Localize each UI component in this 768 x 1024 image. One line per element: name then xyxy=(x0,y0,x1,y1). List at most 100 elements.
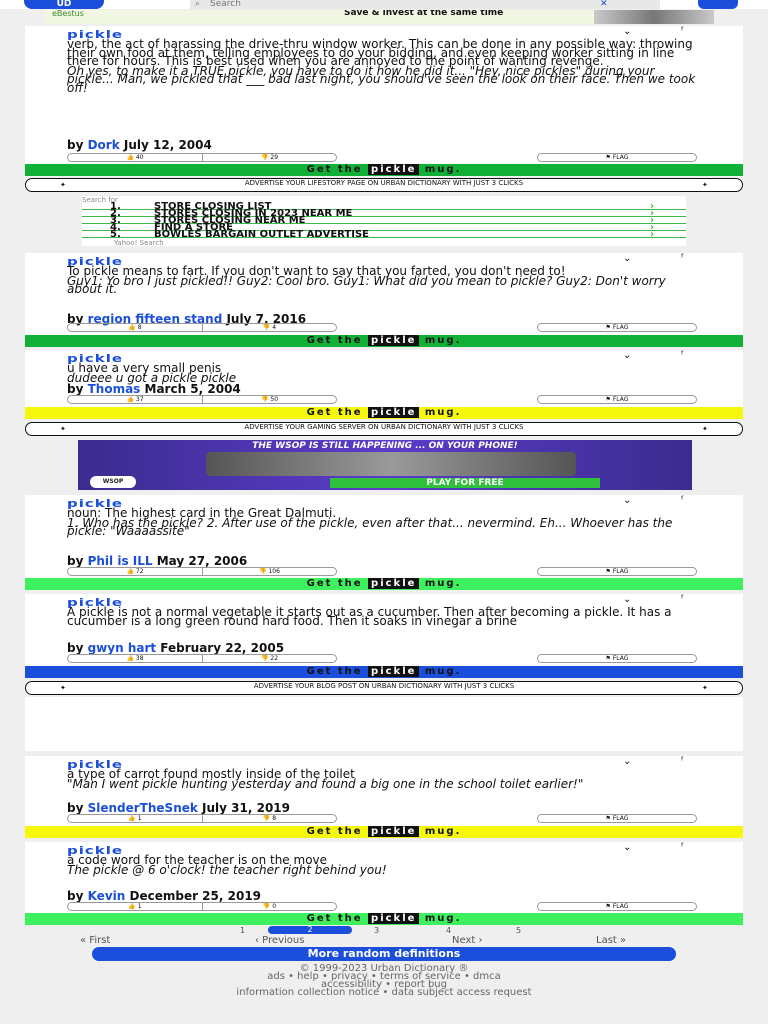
chevron-right-icon: › xyxy=(650,229,655,240)
mug-word: pickle xyxy=(368,407,420,418)
search-suggestion[interactable]: 5. BOWLES BARGAIN OUTLET ADVERTISE › xyxy=(82,229,686,240)
get-mug-bar[interactable]: Get the pickle mug. xyxy=(25,164,743,176)
get-mug-bar[interactable]: Get the pickle mug. xyxy=(25,913,743,925)
top-advertisement[interactable]: eBestus Save & invest at the same time xyxy=(44,10,714,24)
author-link[interactable]: Dork xyxy=(88,138,120,152)
current-page[interactable]: 2 xyxy=(268,926,352,934)
vote-buttons: 👍 8 👎 4 xyxy=(67,323,337,332)
footer-links[interactable]: information collection notice • data sub… xyxy=(0,988,768,998)
author-link[interactable]: gwyn hart xyxy=(88,641,157,655)
share-icon[interactable]: ⌄ xyxy=(623,26,637,37)
meaning-text: A pickle is not a normal vegetable it st… xyxy=(67,605,672,628)
twitter-icon[interactable]: ᶠ xyxy=(681,594,695,605)
example-text: dudeee u got a pickle pickle xyxy=(67,370,237,385)
thumbs-up-button[interactable]: 👍 37 xyxy=(68,396,202,403)
page-link[interactable]: 3 xyxy=(374,926,379,935)
vote-buttons: 👍 37 👎 50 xyxy=(67,395,337,404)
twitter-icon[interactable]: ᶠ xyxy=(681,26,695,37)
play-for-free-button[interactable]: PLAY FOR FREE xyxy=(330,478,600,488)
thumbs-down-button[interactable]: 👎 8 xyxy=(202,815,336,822)
thumbs-down-button[interactable]: 👎 22 xyxy=(202,655,336,662)
up-count: 1 xyxy=(137,815,142,822)
flag-button[interactable]: ⚑ FLAG xyxy=(537,654,697,663)
pagination-nav: « First ‹ Previous Next › Last » xyxy=(0,935,768,946)
site-logo[interactable]: UD xyxy=(24,0,104,9)
share-icon[interactable]: ⌄ xyxy=(623,756,637,767)
up-count: 38 xyxy=(135,655,144,662)
get-mug-bar[interactable]: Get the pickle mug. xyxy=(25,578,743,590)
mug-word: pickle xyxy=(368,335,420,346)
get-mug-bar[interactable]: Get the pickle mug. xyxy=(25,335,743,347)
thumbs-up-button[interactable]: 👍 1 xyxy=(68,903,202,910)
page-link[interactable]: 4 xyxy=(446,926,451,935)
twitter-icon[interactable]: ᶠ xyxy=(681,842,695,853)
thumbs-down-button[interactable]: 👎 29 xyxy=(202,154,336,161)
flag-button[interactable]: ⚑ FLAG xyxy=(537,567,697,576)
share-icon[interactable]: ⌄ xyxy=(623,350,637,361)
share-icon[interactable]: ⌄ xyxy=(623,842,637,853)
example-text: Oh yes, to make it a TRUE pickle, you ha… xyxy=(67,63,696,95)
flag-button[interactable]: ⚑ FLAG xyxy=(537,153,697,162)
previous-page-link[interactable]: ‹ Previous xyxy=(255,935,304,946)
last-page-link[interactable]: Last » xyxy=(596,935,626,946)
author-link[interactable]: Phil is ILL xyxy=(88,554,153,568)
up-count: 8 xyxy=(137,324,142,331)
author-link[interactable]: Thomas xyxy=(88,382,141,396)
thumbs-down-button[interactable]: 👎 50 xyxy=(202,396,336,403)
search-input[interactable]: ⌕ Search xyxy=(190,0,660,9)
down-count: 106 xyxy=(268,568,280,575)
thumbs-down-button[interactable]: 👎 0 xyxy=(202,903,336,910)
definition-card: pickle ⌄ ᶠ A pickle is not a normal vege… xyxy=(25,594,743,678)
author-link[interactable]: Kevin xyxy=(88,889,126,903)
next-page-link[interactable]: Next › xyxy=(452,935,482,946)
thumbs-up-button[interactable]: 👍 1 xyxy=(68,815,202,822)
share-icon[interactable]: ⌄ xyxy=(623,253,637,264)
share-icon[interactable]: ⌄ xyxy=(623,594,637,605)
first-page-link[interactable]: « First xyxy=(80,935,110,946)
advertise-banner[interactable]: ✦ ADVERTISE YOUR GAMING SERVER ON URBAN … xyxy=(25,422,743,436)
mug-word: pickle xyxy=(368,666,420,677)
advertise-banner[interactable]: ✦ ADVERTISE YOUR BLOG POST ON URBAN DICT… xyxy=(25,681,743,695)
post-date: May 27, 2006 xyxy=(156,554,248,568)
author-link[interactable]: SlenderTheSnek xyxy=(88,801,198,815)
more-random-button[interactable]: More random definitions xyxy=(92,947,676,961)
flag-label: FLAG xyxy=(612,154,629,161)
up-count: 72 xyxy=(135,568,144,575)
thumbs-up-button[interactable]: 👍 72 xyxy=(68,568,202,575)
get-mug-bar[interactable]: Get the pickle mug. xyxy=(25,826,743,838)
flag-button[interactable]: ⚑ FLAG xyxy=(537,902,697,911)
get-mug-bar[interactable]: Get the pickle mug. xyxy=(25,407,743,419)
search-icon: ⌕ xyxy=(195,0,201,9)
vote-buttons: 👍 72 👎 106 xyxy=(67,567,337,576)
flag-button[interactable]: ⚑ FLAG xyxy=(537,395,697,404)
mug-post: mug. xyxy=(424,407,462,418)
page-link[interactable]: 5 xyxy=(516,926,521,935)
flag-button[interactable]: ⚑ FLAG xyxy=(537,814,697,823)
flag-button[interactable]: ⚑ FLAG xyxy=(537,323,697,332)
share-icon[interactable]: ⌄ xyxy=(623,495,637,506)
mug-word: pickle xyxy=(368,164,420,175)
down-count: 4 xyxy=(272,324,277,331)
menu-button[interactable] xyxy=(698,0,738,9)
clear-search-icon[interactable]: ✕ xyxy=(600,0,608,9)
thumbs-down-button[interactable]: 👎 4 xyxy=(202,324,336,331)
ad-headline: Save & invest at the same time xyxy=(344,10,504,18)
get-mug-bar[interactable]: Get the pickle mug. xyxy=(25,666,743,678)
thumbs-up-button[interactable]: 👍 8 xyxy=(68,324,202,331)
thumbs-down-button[interactable]: 👎 106 xyxy=(202,568,336,575)
thumbs-up-button[interactable]: 👍 38 xyxy=(68,655,202,662)
twitter-icon[interactable]: ᶠ xyxy=(681,756,695,767)
thumbs-up-button[interactable]: 👍 40 xyxy=(68,154,202,161)
mug-post: mug. xyxy=(424,164,462,175)
twitter-icon[interactable]: ᶠ xyxy=(681,253,695,264)
wsop-advertisement[interactable]: THE WSOP IS STILL HAPPENING ... ON YOUR … xyxy=(78,440,692,490)
contributor: by Thomas March 5, 2004 xyxy=(67,382,241,396)
page-link[interactable]: 1 xyxy=(240,926,245,935)
twitter-icon[interactable]: ᶠ xyxy=(681,350,695,361)
search-placeholder: Search xyxy=(210,0,241,9)
mug-post: mug. xyxy=(424,335,462,346)
mug-pre: Get the xyxy=(306,335,363,346)
advertise-banner[interactable]: ✦ ADVERTISE YOUR LIFESTORY PAGE ON URBAN… xyxy=(25,178,743,192)
post-date: March 5, 2004 xyxy=(144,382,241,396)
twitter-icon[interactable]: ᶠ xyxy=(681,495,695,506)
